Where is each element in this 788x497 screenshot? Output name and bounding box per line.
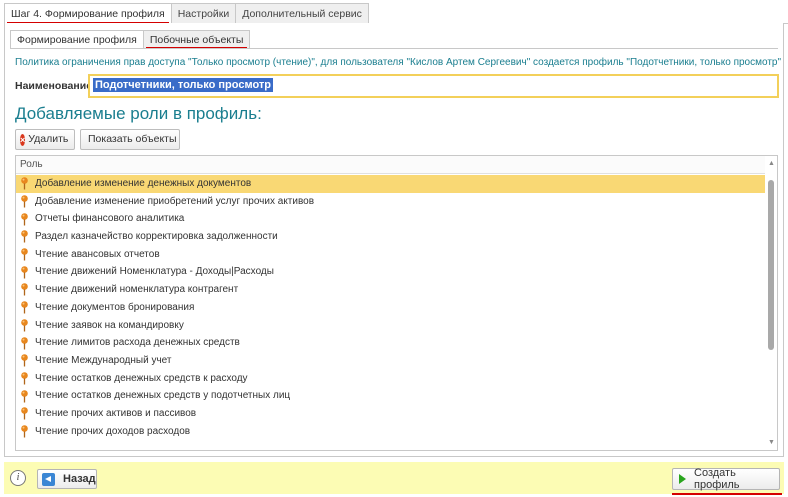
scroll-thumb[interactable] <box>768 180 774 350</box>
table-row[interactable]: Чтение лимитов расхода денежных средств <box>16 334 765 352</box>
role-name: Чтение заявок на командировку <box>35 319 184 331</box>
table-row[interactable]: Чтение заявок на командировку <box>16 317 765 335</box>
table-row[interactable]: Отчеты финансового аналитика <box>16 210 765 228</box>
role-name: Чтение Международный учет <box>35 354 172 366</box>
show-objects-button[interactable]: Показать объекты <box>80 129 180 150</box>
role-name: Добавление изменение приобретений услуг … <box>35 195 315 207</box>
scroll-up-icon[interactable]: ▲ <box>768 160 775 167</box>
delete-button[interactable]: × Удалить <box>15 129 75 150</box>
info-button[interactable]: i <box>10 470 26 486</box>
role-pin-icon <box>21 372 28 385</box>
name-field[interactable]: Подотчетники, только просмотр <box>88 74 779 98</box>
delete-icon: × <box>20 133 26 146</box>
table-row[interactable]: Раздел казначейство корректировка задолж… <box>16 228 765 246</box>
create-profile-button[interactable]: Создать профиль <box>672 467 780 491</box>
play-icon <box>679 474 686 484</box>
tab-additional-service[interactable]: Дополнительный сервис <box>235 3 369 24</box>
role-pin-icon <box>21 212 28 226</box>
table-row[interactable]: Добавление изменение денежных документов <box>16 175 765 193</box>
delete-label: Удалить <box>28 133 69 145</box>
top-tabs: Шаг 4. Формирование профиля Настройки До… <box>4 3 369 24</box>
role-pin-icon <box>21 283 28 296</box>
role-pin-icon <box>21 265 28 279</box>
role-name: Чтение прочих активов и пассивов <box>35 407 197 419</box>
vertical-scrollbar[interactable]: ▲ ▼ <box>765 156 777 450</box>
subtab-profile-forming[interactable]: Формирование профиля <box>10 30 144 49</box>
role-name: Чтение остатков денежных средств у подот… <box>35 390 291 402</box>
name-field-value: Подотчетники, только просмотр <box>93 78 273 92</box>
role-name: Чтение движений Номенклатура - Доходы|Ра… <box>35 266 274 278</box>
create-profile-label: Создать профиль <box>694 467 740 491</box>
footer-bar <box>4 462 784 494</box>
table-row[interactable]: Чтение Международный учет <box>16 352 765 370</box>
subtab-side-objects[interactable]: Побочные объекты <box>142 30 251 49</box>
column-header-role[interactable]: Роль <box>16 156 777 174</box>
role-pin-icon <box>21 301 28 314</box>
table-rows: Добавление изменение денежных документов… <box>16 175 765 440</box>
back-arrow-icon <box>42 472 55 486</box>
name-label: Наименование: <box>15 80 96 92</box>
role-pin-icon <box>21 319 28 332</box>
role-pin-icon <box>21 389 28 403</box>
role-pin-icon <box>21 195 28 208</box>
role-pin-icon <box>21 177 28 190</box>
role-pin-icon <box>21 425 28 438</box>
role-name: Добавление изменение денежных документов <box>35 178 252 189</box>
table-row[interactable]: Чтение прочих доходов расходов <box>16 423 765 441</box>
back-button[interactable]: Назад <box>37 469 97 489</box>
role-name: Чтение остатков денежных средств к расхо… <box>35 372 248 384</box>
role-name: Чтение документов бронирования <box>35 301 195 313</box>
show-objects-label: Показать объекты <box>88 133 177 145</box>
table-row[interactable]: Чтение движений номенклатура контрагент <box>16 281 765 299</box>
role-name: Чтение прочих доходов расходов <box>35 425 191 437</box>
role-name: Чтение движений номенклатура контрагент <box>35 284 239 296</box>
role-name: Раздел казначейство корректировка задолж… <box>35 231 278 243</box>
role-name: Чтение авансовых отчетов <box>35 248 160 260</box>
table-row[interactable]: Чтение прочих активов и пассивов <box>16 405 765 423</box>
table-row[interactable]: Добавление изменение приобретений услуг … <box>16 193 765 211</box>
role-pin-icon <box>21 336 28 350</box>
table-row[interactable]: Чтение остатков денежных средств к расхо… <box>16 370 765 388</box>
back-label: Назад <box>63 473 96 485</box>
scroll-down-icon[interactable]: ▼ <box>768 439 775 446</box>
role-pin-icon <box>21 230 28 243</box>
create-highlight-mark <box>672 493 782 495</box>
table-row[interactable]: Чтение авансовых отчетов <box>16 246 765 264</box>
table-row[interactable]: Чтение документов бронирования <box>16 299 765 317</box>
table-row[interactable]: Чтение движений Номенклатура - Доходы|Ра… <box>16 263 765 281</box>
tab-step4-profile[interactable]: Шаг 4. Формирование профиля <box>4 3 172 24</box>
role-pin-icon <box>21 248 28 261</box>
section-title: Добавляемые роли в профиль: <box>15 104 262 123</box>
role-name: Чтение лимитов расхода денежных средств <box>35 337 240 349</box>
role-pin-icon <box>21 407 28 420</box>
policy-info-text: Политика ограничения прав доступа "Тольк… <box>15 57 782 68</box>
role-pin-icon <box>21 354 28 367</box>
roles-table: Роль Добавление изменение денежных докум… <box>15 155 778 451</box>
tab-settings[interactable]: Настройки <box>170 3 237 24</box>
subtab-divider <box>10 48 778 49</box>
role-name: Отчеты финансового аналитика <box>35 213 185 225</box>
sub-tabs: Формирование профиля Побочные объекты <box>10 30 251 49</box>
table-row[interactable]: Чтение остатков денежных средств у подот… <box>16 387 765 405</box>
